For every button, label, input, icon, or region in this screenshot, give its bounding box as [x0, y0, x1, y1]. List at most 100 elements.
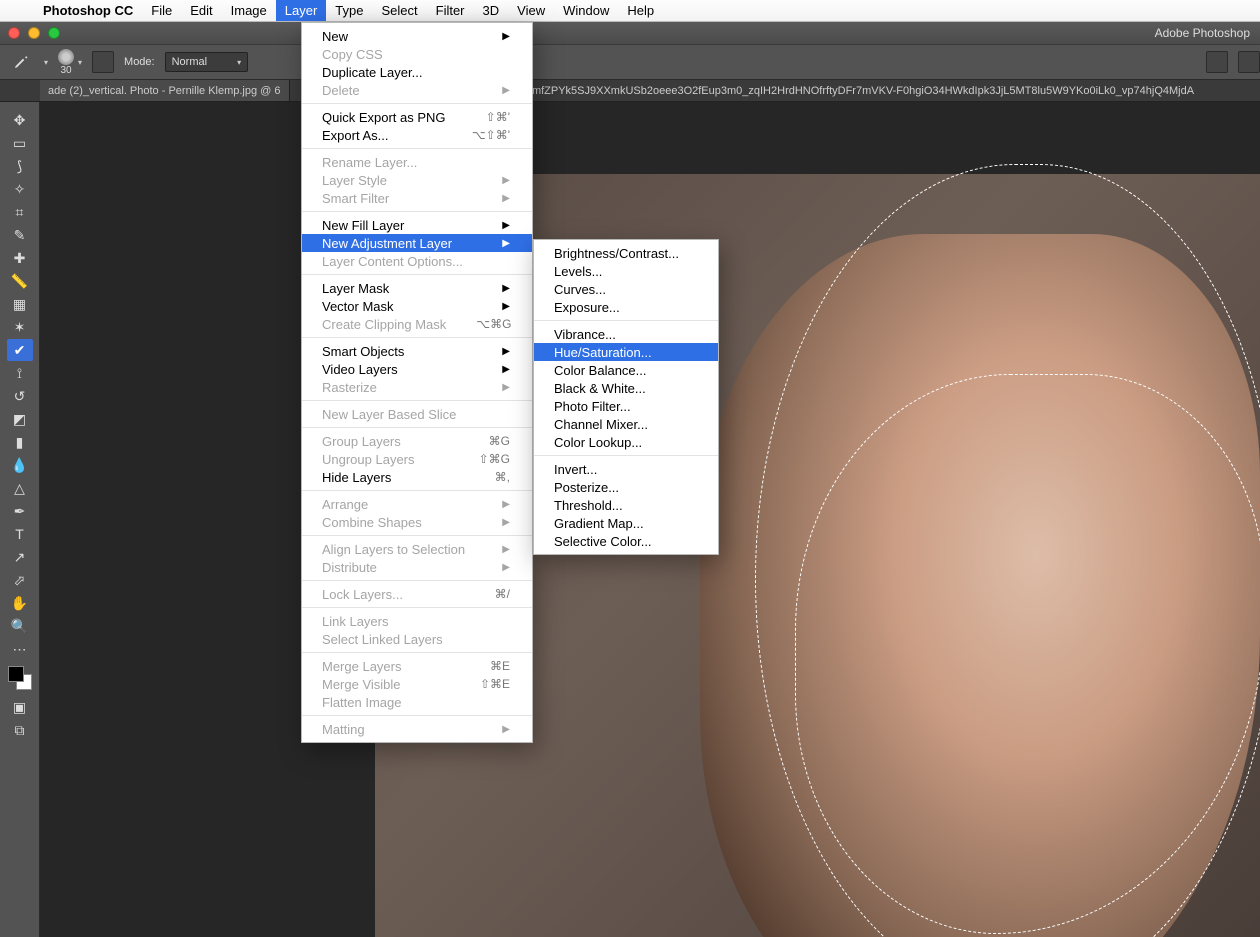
- lasso-tool[interactable]: ⟆: [7, 155, 33, 177]
- blur-tool[interactable]: 💧: [7, 454, 33, 476]
- submenu-arrow-icon: ▶: [502, 382, 510, 393]
- adjustment-submenu-invert[interactable]: Invert...: [534, 460, 718, 478]
- eyedropper-tool[interactable]: ✎: [7, 224, 33, 246]
- quick-mask-toggle[interactable]: ▣: [7, 696, 33, 718]
- screen-mode-toggle[interactable]: ⧉: [7, 719, 33, 741]
- layer-menu-layer-content-options: Layer Content Options...: [302, 252, 532, 270]
- menubar-item-edit[interactable]: Edit: [181, 0, 221, 21]
- document-tab-bar[interactable]: ade (2)_vertical. Photo - Pernille Klemp…: [0, 80, 1260, 102]
- mixer-brush-tool[interactable]: ✶: [7, 316, 33, 338]
- magic-wand-tool[interactable]: ✧: [7, 178, 33, 200]
- path-selection-tool[interactable]: ↗: [7, 546, 33, 568]
- adjustment-submenu-vibrance[interactable]: Vibrance...: [534, 325, 718, 343]
- adjustment-submenu-hue-saturation[interactable]: Hue/Saturation...: [534, 343, 718, 361]
- brush-size-value: 30: [60, 65, 71, 76]
- layer-menu-copy-css: Copy CSS: [302, 45, 532, 63]
- brush-preset-picker[interactable]: 30 ▾: [58, 49, 82, 76]
- layer-menu-duplicate-layer[interactable]: Duplicate Layer...: [302, 63, 532, 81]
- layer-menu-new[interactable]: New▶: [302, 27, 532, 45]
- adjustment-submenu-curves[interactable]: Curves...: [534, 280, 718, 298]
- dodge-tool[interactable]: △: [7, 477, 33, 499]
- blend-mode-select[interactable]: Normal ▾: [165, 52, 248, 72]
- menu-item-label: New Layer Based Slice: [322, 407, 456, 422]
- layer-menu-hide-layers[interactable]: Hide Layers⌘,: [302, 468, 532, 486]
- new-adjustment-layer-submenu[interactable]: Brightness/Contrast...Levels...Curves...…: [533, 239, 719, 555]
- type-tool[interactable]: T: [7, 523, 33, 545]
- clone-stamp-tool[interactable]: ⟟: [7, 362, 33, 384]
- foreground-color-swatch[interactable]: [8, 666, 24, 682]
- adjustment-submenu-photo-filter[interactable]: Photo Filter...: [534, 397, 718, 415]
- adjustment-submenu-channel-mixer[interactable]: Channel Mixer...: [534, 415, 718, 433]
- toolbox[interactable]: ✥▭⟆✧⌗✎✚📏▦✶✔⟟↺◩▮💧△✒T↗⬀✋🔍⋯ ▣ ⧉: [0, 102, 40, 937]
- current-tool-icon[interactable]: [8, 51, 34, 73]
- adjustment-submenu-brightness-contrast[interactable]: Brightness/Contrast...: [534, 244, 718, 262]
- submenu-arrow-icon: ▶: [502, 301, 510, 312]
- healing-brush-tool[interactable]: ✚: [7, 247, 33, 269]
- adjustment-submenu-exposure[interactable]: Exposure...: [534, 298, 718, 316]
- eraser-tool[interactable]: ◩: [7, 408, 33, 430]
- hand-tool[interactable]: ✋: [7, 592, 33, 614]
- menu-item-label: Rasterize: [322, 380, 377, 395]
- option-symmetry-icon[interactable]: [1206, 51, 1228, 73]
- layer-menu-export-as[interactable]: Export As...⌥⇧⌘': [302, 126, 532, 144]
- adjustment-submenu-color-balance[interactable]: Color Balance...: [534, 361, 718, 379]
- layer-menu-vector-mask[interactable]: Vector Mask▶: [302, 297, 532, 315]
- pen-tool[interactable]: ✒: [7, 500, 33, 522]
- menu-item-label: Delete: [322, 83, 360, 98]
- tool-preset-arrow-icon[interactable]: ▾: [44, 58, 48, 67]
- layer-menu-select-linked-layers: Select Linked Layers: [302, 630, 532, 648]
- menubar-item-help[interactable]: Help: [618, 0, 663, 21]
- menubar-item-layer[interactable]: Layer: [276, 0, 327, 21]
- zoom-window-button[interactable]: [48, 27, 60, 39]
- more-tool[interactable]: ⋯: [7, 638, 33, 660]
- ruler-tool[interactable]: 📏: [7, 270, 33, 292]
- menubar-item-file[interactable]: File: [142, 0, 181, 21]
- adjustment-submenu-gradient-map[interactable]: Gradient Map...: [534, 514, 718, 532]
- app-name[interactable]: Photoshop CC: [34, 3, 142, 18]
- document-tab[interactable]: ade (2)_vertical. Photo - Pernille Klemp…: [40, 80, 290, 101]
- mac-menubar[interactable]: Photoshop CC FileEditImageLayerTypeSelec…: [0, 0, 1260, 22]
- menubar-item-type[interactable]: Type: [326, 0, 372, 21]
- adjustment-submenu-levels[interactable]: Levels...: [534, 262, 718, 280]
- marquee-tool[interactable]: ▭: [7, 132, 33, 154]
- layer-menu-dropdown[interactable]: New▶Copy CSSDuplicate Layer... Delete ▶ Qui…: [301, 22, 533, 743]
- menubar-item-select[interactable]: Select: [372, 0, 426, 21]
- layer-menu-quick-export-as-png[interactable]: Quick Export as PNG⇧⌘': [302, 108, 532, 126]
- menubar-item-view[interactable]: View: [508, 0, 554, 21]
- layer-menu-smart-objects[interactable]: Smart Objects▶: [302, 342, 532, 360]
- gradient-tool[interactable]: ▮: [7, 431, 33, 453]
- layer-menu-layer-mask[interactable]: Layer Mask▶: [302, 279, 532, 297]
- layer-menu-new-fill-layer[interactable]: New Fill Layer▶: [302, 216, 532, 234]
- menubar-item-filter[interactable]: Filter: [427, 0, 474, 21]
- adjustment-submenu-color-lookup[interactable]: Color Lookup...: [534, 433, 718, 451]
- menu-item-label: Distribute: [322, 560, 377, 575]
- menubar-item-image[interactable]: Image: [222, 0, 276, 21]
- chevron-down-icon[interactable]: ▾: [78, 58, 82, 67]
- crop-tool[interactable]: ⌗: [7, 201, 33, 223]
- menu-shortcut: ⇧⌘G: [479, 452, 510, 466]
- brush-preview-icon: [58, 49, 74, 65]
- brush-tool[interactable]: ✔: [7, 339, 33, 361]
- traffic-lights[interactable]: [8, 27, 60, 39]
- menu-item-label: Channel Mixer...: [554, 417, 648, 432]
- move-tool[interactable]: ✥: [7, 109, 33, 131]
- adjustment-submenu-black-white[interactable]: Black & White...: [534, 379, 718, 397]
- close-window-button[interactable]: [8, 27, 20, 39]
- menubar-item-window[interactable]: Window: [554, 0, 618, 21]
- menubar-item-3d[interactable]: 3D: [474, 0, 509, 21]
- adjustment-submenu-posterize[interactable]: Posterize...: [534, 478, 718, 496]
- menu-shortcut: ⇧⌘': [486, 110, 510, 124]
- adjustment-submenu-selective-color[interactable]: Selective Color...: [534, 532, 718, 550]
- layer-menu-new-adjustment-layer[interactable]: New Adjustment Layer▶: [302, 234, 532, 252]
- color-swatches[interactable]: [8, 666, 32, 690]
- brush-panel-toggle[interactable]: [92, 51, 114, 73]
- minimize-window-button[interactable]: [28, 27, 40, 39]
- option-pressure-icon[interactable]: [1238, 51, 1260, 73]
- direct-selection-tool[interactable]: ⬀: [7, 569, 33, 591]
- layer-menu-video-layers[interactable]: Video Layers▶: [302, 360, 532, 378]
- patch-tool[interactable]: ▦: [7, 293, 33, 315]
- zoom-tool[interactable]: 🔍: [7, 615, 33, 637]
- history-brush-tool[interactable]: ↺: [7, 385, 33, 407]
- layer-menu-group-layers: Group Layers⌘G: [302, 432, 532, 450]
- adjustment-submenu-threshold[interactable]: Threshold...: [534, 496, 718, 514]
